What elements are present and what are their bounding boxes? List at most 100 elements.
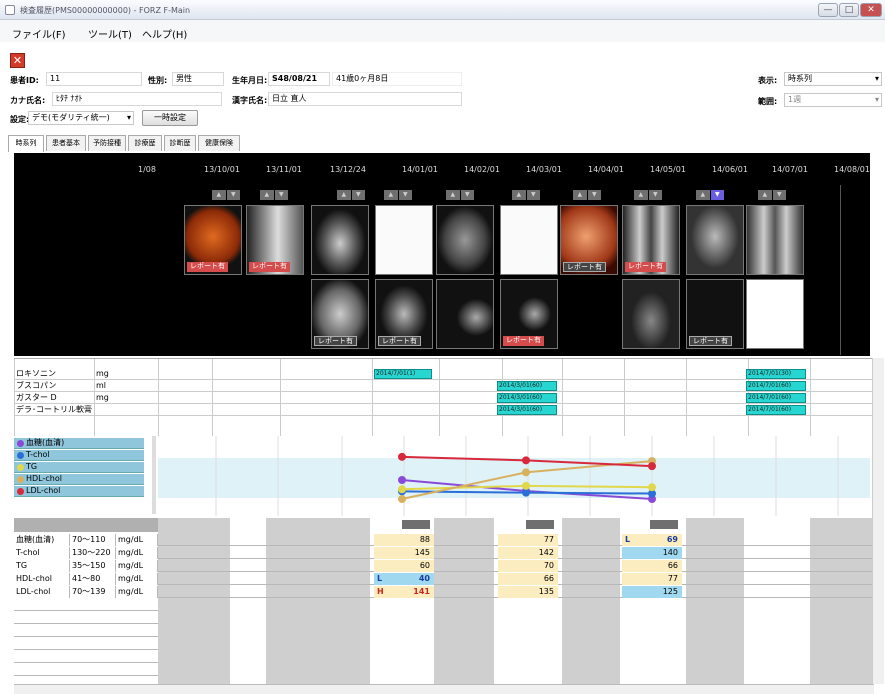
- timeline-date[interactable]: 13/10/01: [204, 165, 240, 174]
- medication-entry[interactable]: 2014/3/01(60): [497, 393, 557, 403]
- image-thumbnail[interactable]: [375, 205, 433, 275]
- medication-row[interactable]: ブスコパン ml 2014/3/01(60) 2014/7/01(60): [14, 381, 874, 392]
- arrow-down-icon[interactable]: ▼: [226, 190, 240, 200]
- lab-column-controls[interactable]: [650, 520, 678, 529]
- timeline-date[interactable]: 14/05/01: [650, 165, 686, 174]
- dob-field[interactable]: S48/08/21: [268, 72, 330, 86]
- arrow-group[interactable]: ▲ ▼: [384, 190, 412, 200]
- arrow-up-icon[interactable]: ▲: [512, 190, 526, 200]
- medication-row[interactable]: ガスター D mg 2014/3/01(60) 2014/7/01(60): [14, 393, 874, 404]
- medication-entry[interactable]: 2014/7/01(30): [746, 369, 806, 379]
- timeline-date[interactable]: 14/06/01: [712, 165, 748, 174]
- arrow-up-icon[interactable]: ▲: [696, 190, 710, 200]
- lab-row[interactable]: TG 35〜150 mg/dL 60 70 66: [14, 560, 874, 572]
- arrow-down-icon[interactable]: ▼: [648, 190, 662, 200]
- lab-value[interactable]: 60: [374, 560, 434, 572]
- data-point[interactable]: [522, 481, 530, 490]
- lab-value[interactable]: 140: [622, 547, 682, 559]
- arrow-down-icon[interactable]: ▼: [587, 190, 601, 200]
- medication-entry[interactable]: 2014/7/01(60): [746, 405, 806, 415]
- arrow-down-icon[interactable]: ▼: [398, 190, 412, 200]
- timeline-date[interactable]: 14/07/01: [772, 165, 808, 174]
- tab-treatment-history[interactable]: 診療歴: [128, 135, 162, 151]
- tab-timeline[interactable]: 時系列: [8, 135, 44, 152]
- patient-id-field[interactable]: 11: [46, 72, 142, 86]
- image-thumbnail[interactable]: レポート有: [560, 205, 618, 275]
- menu-help[interactable]: ヘルプ(H): [142, 26, 187, 41]
- data-point[interactable]: [648, 462, 656, 471]
- lab-value[interactable]: 142: [498, 547, 558, 559]
- legend-item[interactable]: LDL-chol: [14, 486, 144, 497]
- timeline-date[interactable]: 14/08/01: [834, 165, 870, 174]
- medication-entry[interactable]: 2014/7/01(1): [374, 369, 432, 379]
- maximize-button[interactable]: □: [839, 3, 859, 17]
- data-point[interactable]: [522, 488, 530, 497]
- lab-row[interactable]: 血糖(血清) 70〜110 mg/dL 88 77 69 L: [14, 534, 874, 546]
- arrow-group[interactable]: ▲ ▼: [337, 190, 365, 200]
- arrow-group[interactable]: ▲ ▼: [758, 190, 786, 200]
- image-thumbnail[interactable]: レポート有: [622, 205, 680, 275]
- image-thumbnail[interactable]: [500, 205, 558, 275]
- kana-name-field[interactable]: ﾋﾀﾁ ﾅｵﾄ: [52, 92, 222, 106]
- tab-vaccination[interactable]: 予防接種: [88, 135, 126, 151]
- menu-file[interactable]: ファイル(F): [12, 26, 66, 41]
- lab-value[interactable]: 88: [374, 534, 434, 546]
- arrow-down-icon[interactable]: ▼: [351, 190, 365, 200]
- kanji-name-field[interactable]: 日立 直人: [268, 92, 462, 106]
- sex-field[interactable]: 男性: [172, 72, 224, 86]
- data-point[interactable]: [648, 483, 656, 492]
- image-thumbnail[interactable]: レポート有: [246, 205, 304, 275]
- arrow-up-icon[interactable]: ▲: [758, 190, 772, 200]
- lab-value[interactable]: 40: [374, 573, 434, 585]
- close-icon[interactable]: ✕: [10, 53, 25, 68]
- lab-value[interactable]: 135: [498, 586, 558, 598]
- lab-row[interactable]: LDL-chol 70〜139 mg/dL 141 H 135 125: [14, 586, 874, 598]
- data-point[interactable]: [522, 456, 530, 465]
- arrow-group[interactable]: ▲ ▼: [446, 190, 474, 200]
- tab-health-insurance[interactable]: 健康保険: [198, 135, 240, 151]
- medication-entry[interactable]: 2014/7/01(60): [746, 381, 806, 391]
- lab-value[interactable]: 125: [622, 586, 682, 598]
- arrow-up-icon[interactable]: ▲: [260, 190, 274, 200]
- lab-column-controls[interactable]: [402, 520, 430, 529]
- arrow-down-icon[interactable]: ▼: [526, 190, 540, 200]
- arrow-group[interactable]: ▲ ▼: [634, 190, 662, 200]
- lab-value[interactable]: 145: [374, 547, 434, 559]
- lab-value[interactable]: 66: [498, 573, 558, 585]
- lab-value[interactable]: 69: [622, 534, 682, 546]
- arrow-down-icon[interactable]: ▼: [460, 190, 474, 200]
- lab-value[interactable]: 77: [622, 573, 682, 585]
- arrow-down-icon[interactable]: ▼: [274, 190, 288, 200]
- tab-patient-basic[interactable]: 患者基本: [46, 135, 86, 151]
- lab-row[interactable]: HDL-chol 41〜80 mg/dL 40 L 66 77: [14, 573, 874, 585]
- legend-item[interactable]: HDL-chol: [14, 474, 144, 485]
- medication-row[interactable]: ロキソニン mg 2014/7/01(1) 2014/7/01(30): [14, 369, 874, 380]
- image-thumbnail[interactable]: [746, 279, 804, 349]
- display-dropdown[interactable]: 時系列 ▾: [784, 72, 882, 86]
- timeline-date[interactable]: 13/11/01: [266, 165, 302, 174]
- timeline-date[interactable]: 14/04/01: [588, 165, 624, 174]
- timeline-date[interactable]: 1/08: [138, 165, 156, 174]
- lab-value[interactable]: 70: [498, 560, 558, 572]
- medication-entry[interactable]: 2014/3/01(60): [497, 381, 557, 391]
- arrow-up-icon[interactable]: ▲: [384, 190, 398, 200]
- lab-value[interactable]: 77: [498, 534, 558, 546]
- legend-item[interactable]: 血糖(血清): [14, 438, 144, 449]
- medication-entry[interactable]: 2014/3/01(60): [497, 405, 557, 415]
- medication-entry[interactable]: 2014/7/01(60): [746, 393, 806, 403]
- data-point[interactable]: [398, 476, 406, 484]
- data-point[interactable]: [398, 452, 406, 461]
- range-dropdown[interactable]: 1週 ▾: [784, 93, 882, 107]
- lab-value[interactable]: 66: [622, 560, 682, 572]
- data-point[interactable]: [398, 485, 406, 494]
- data-point[interactable]: [398, 495, 406, 504]
- arrow-down-icon[interactable]: ▼: [772, 190, 786, 200]
- image-thumbnail[interactable]: [436, 279, 494, 349]
- arrow-up-icon[interactable]: ▲: [573, 190, 587, 200]
- image-thumbnail[interactable]: [436, 205, 494, 275]
- legend-item[interactable]: T-chol: [14, 450, 144, 461]
- tab-diagnosis-history[interactable]: 診断歴: [164, 135, 196, 151]
- arrow-up-icon[interactable]: ▲: [212, 190, 226, 200]
- setting-dropdown[interactable]: デモ(モダリティ統一) ▾: [28, 111, 134, 125]
- minimize-button[interactable]: —: [818, 3, 838, 17]
